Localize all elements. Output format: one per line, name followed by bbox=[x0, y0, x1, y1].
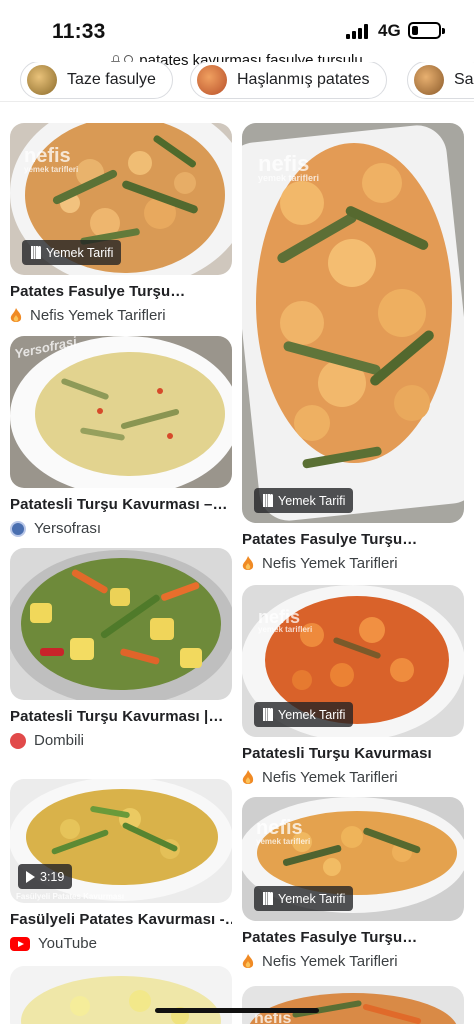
watermark: Fasülyeli Patates Kavurması bbox=[16, 892, 125, 901]
result-title[interactable]: Patatesli Turşu Kavurması bbox=[242, 745, 464, 762]
chip-taze-fasulye[interactable]: Taze fasulye bbox=[20, 62, 173, 99]
result-card[interactable]: nefis yemek tarifleri Yemek Tarifi Patat… bbox=[242, 585, 464, 786]
result-image[interactable]: nefis yemek tarifleri Yemek Tarifi bbox=[242, 123, 464, 523]
result-card[interactable]: nefis bbox=[242, 986, 464, 1024]
result-source[interactable]: Dombili bbox=[10, 732, 232, 749]
result-card[interactable]: 3:19 Fasülyeli Patates Kavurması Fasülye… bbox=[10, 779, 232, 952]
result-title[interactable]: Patatesli Turşu Kavurması |… bbox=[10, 708, 232, 725]
result-source[interactable]: Nefis Yemek Tarifleri bbox=[242, 769, 464, 786]
result-card[interactable] bbox=[10, 966, 232, 1024]
source-name: YouTube bbox=[38, 935, 97, 952]
badge-label: Yemek Tarifi bbox=[278, 891, 346, 906]
chip-haslanmis-patates[interactable]: Haşlanmış patates bbox=[190, 62, 387, 99]
result-title[interactable]: Patates Fasulye Turşu… bbox=[242, 531, 464, 548]
fork-knife-icon bbox=[262, 892, 273, 905]
result-image[interactable]: Yersofrasi bbox=[10, 336, 232, 488]
chip-label: Taze fasulye bbox=[67, 71, 156, 88]
fork-knife-icon bbox=[262, 494, 273, 507]
result-card[interactable]: nefis yemek tarifleri Yemek Tarifi Patat… bbox=[242, 123, 464, 572]
home-indicator[interactable] bbox=[155, 1008, 319, 1013]
badge-label: Yemek Tarifi bbox=[46, 245, 114, 260]
source-name: Nefis Yemek Tarifleri bbox=[262, 769, 398, 786]
result-image[interactable]: nefis yemek tarifleri Yemek Tarifi bbox=[242, 797, 464, 921]
status-bar: 11:33 4G bbox=[0, 0, 474, 50]
source-name: Yersofrası bbox=[34, 520, 101, 537]
watermark-sub: yemek tarifleri bbox=[24, 165, 79, 174]
result-card[interactable]: nefis yemek tarifleri Yemek Tarifi Patat… bbox=[242, 797, 464, 970]
badge-label: Yemek Tarifi bbox=[278, 707, 346, 722]
result-title[interactable]: Fasülyeli Patates Kavurması -… bbox=[10, 911, 232, 928]
result-image[interactable]: nefis yemek tarifleri Yemek Tarifi bbox=[10, 123, 232, 275]
status-time: 11:33 bbox=[52, 20, 106, 43]
chip-label: Haşlanmış patates bbox=[237, 71, 370, 88]
result-source[interactable]: YouTube bbox=[10, 935, 232, 952]
result-title[interactable]: Patatesli Turşu Kavurması –… bbox=[10, 496, 232, 513]
result-card[interactable]: nefis yemek tarifleri Yemek Tarifi Patat… bbox=[10, 123, 232, 324]
youtube-icon bbox=[10, 936, 30, 951]
recipe-badge: Yemek Tarifi bbox=[22, 240, 122, 265]
video-duration-badge: 3:19 bbox=[18, 864, 73, 889]
result-image[interactable]: nefis yemek tarifleri Yemek Tarifi bbox=[242, 585, 464, 737]
watermark-sub: yemek tarifleri bbox=[258, 625, 313, 634]
chip-label: Sa bbox=[454, 71, 474, 88]
play-icon bbox=[26, 870, 35, 883]
nefis-flame-icon bbox=[10, 307, 22, 322]
result-card[interactable]: Patatesli Turşu Kavurması |… Dombili bbox=[10, 548, 232, 749]
recipe-badge: Yemek Tarifi bbox=[254, 886, 354, 911]
badge-label: Yemek Tarifi bbox=[278, 493, 346, 508]
source-name: Nefis Yemek Tarifleri bbox=[30, 307, 166, 324]
result-title[interactable]: Patates Fasulye Turşu… bbox=[242, 929, 464, 946]
result-source[interactable]: Nefis Yemek Tarifleri bbox=[242, 555, 464, 572]
chip-thumbnail bbox=[197, 65, 227, 95]
source-name: Nefis Yemek Tarifleri bbox=[262, 953, 398, 970]
battery-icon bbox=[408, 22, 445, 39]
video-duration: 3:19 bbox=[40, 869, 65, 884]
result-image[interactable]: 3:19 Fasülyeli Patates Kavurması bbox=[10, 779, 232, 903]
fork-knife-icon bbox=[30, 246, 41, 259]
result-image[interactable] bbox=[10, 548, 232, 700]
nefis-flame-icon bbox=[242, 555, 254, 570]
network-type: 4G bbox=[378, 21, 401, 40]
chip-sa[interactable]: Sa bbox=[407, 62, 474, 99]
cellular-signal-icon bbox=[346, 24, 370, 39]
source-name: Dombili bbox=[34, 732, 85, 749]
recipe-badge: Yemek Tarifi bbox=[254, 702, 354, 727]
source-name: Nefis Yemek Tarifleri bbox=[262, 555, 398, 572]
nefis-flame-icon bbox=[242, 953, 254, 968]
dombili-logo-icon bbox=[10, 732, 26, 749]
suggestion-chips: Taze fasulye Haşlanmış patates Sa bbox=[0, 62, 474, 102]
result-source[interactable]: Nefis Yemek Tarifleri bbox=[242, 953, 464, 970]
result-image[interactable]: nefis bbox=[242, 986, 464, 1024]
nefis-flame-icon bbox=[242, 769, 254, 784]
recipe-badge: Yemek Tarifi bbox=[254, 488, 354, 513]
chip-thumbnail bbox=[414, 65, 444, 95]
watermark-sub: yemek tarifleri bbox=[256, 837, 311, 846]
watermark-sub: yemek tarifleri bbox=[258, 173, 320, 183]
result-image[interactable] bbox=[10, 966, 232, 1024]
result-source[interactable]: Nefis Yemek Tarifleri bbox=[10, 307, 232, 324]
result-source[interactable]: Yersofrası bbox=[10, 520, 232, 537]
chip-thumbnail bbox=[27, 65, 57, 95]
result-title[interactable]: Patates Fasulye Turşu… bbox=[10, 283, 232, 300]
globe-icon bbox=[10, 520, 26, 537]
fork-knife-icon bbox=[262, 708, 273, 721]
result-card[interactable]: Yersofrasi Patatesli Turşu Kavurması –… … bbox=[10, 336, 232, 537]
